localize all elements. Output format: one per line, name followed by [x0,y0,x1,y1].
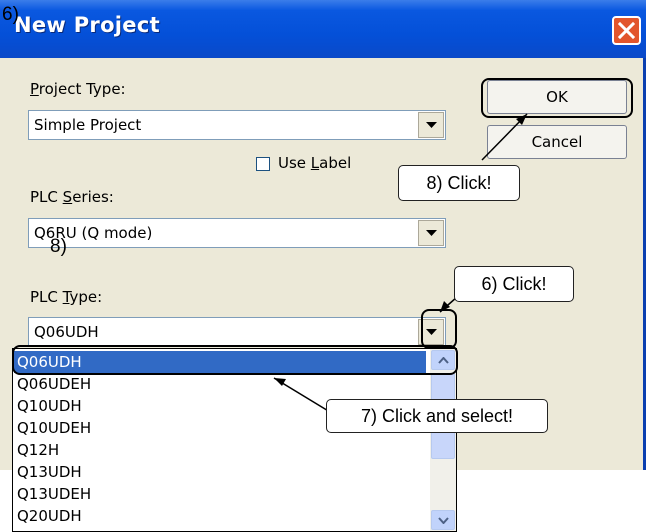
arrow-to-dropdown-head [440,301,450,312]
callout-click-dropdown: 6) Click! [454,266,574,302]
callout-click-select: 7) Click and select! [326,399,548,433]
callout-click-ok: 8) Click! [398,165,520,201]
